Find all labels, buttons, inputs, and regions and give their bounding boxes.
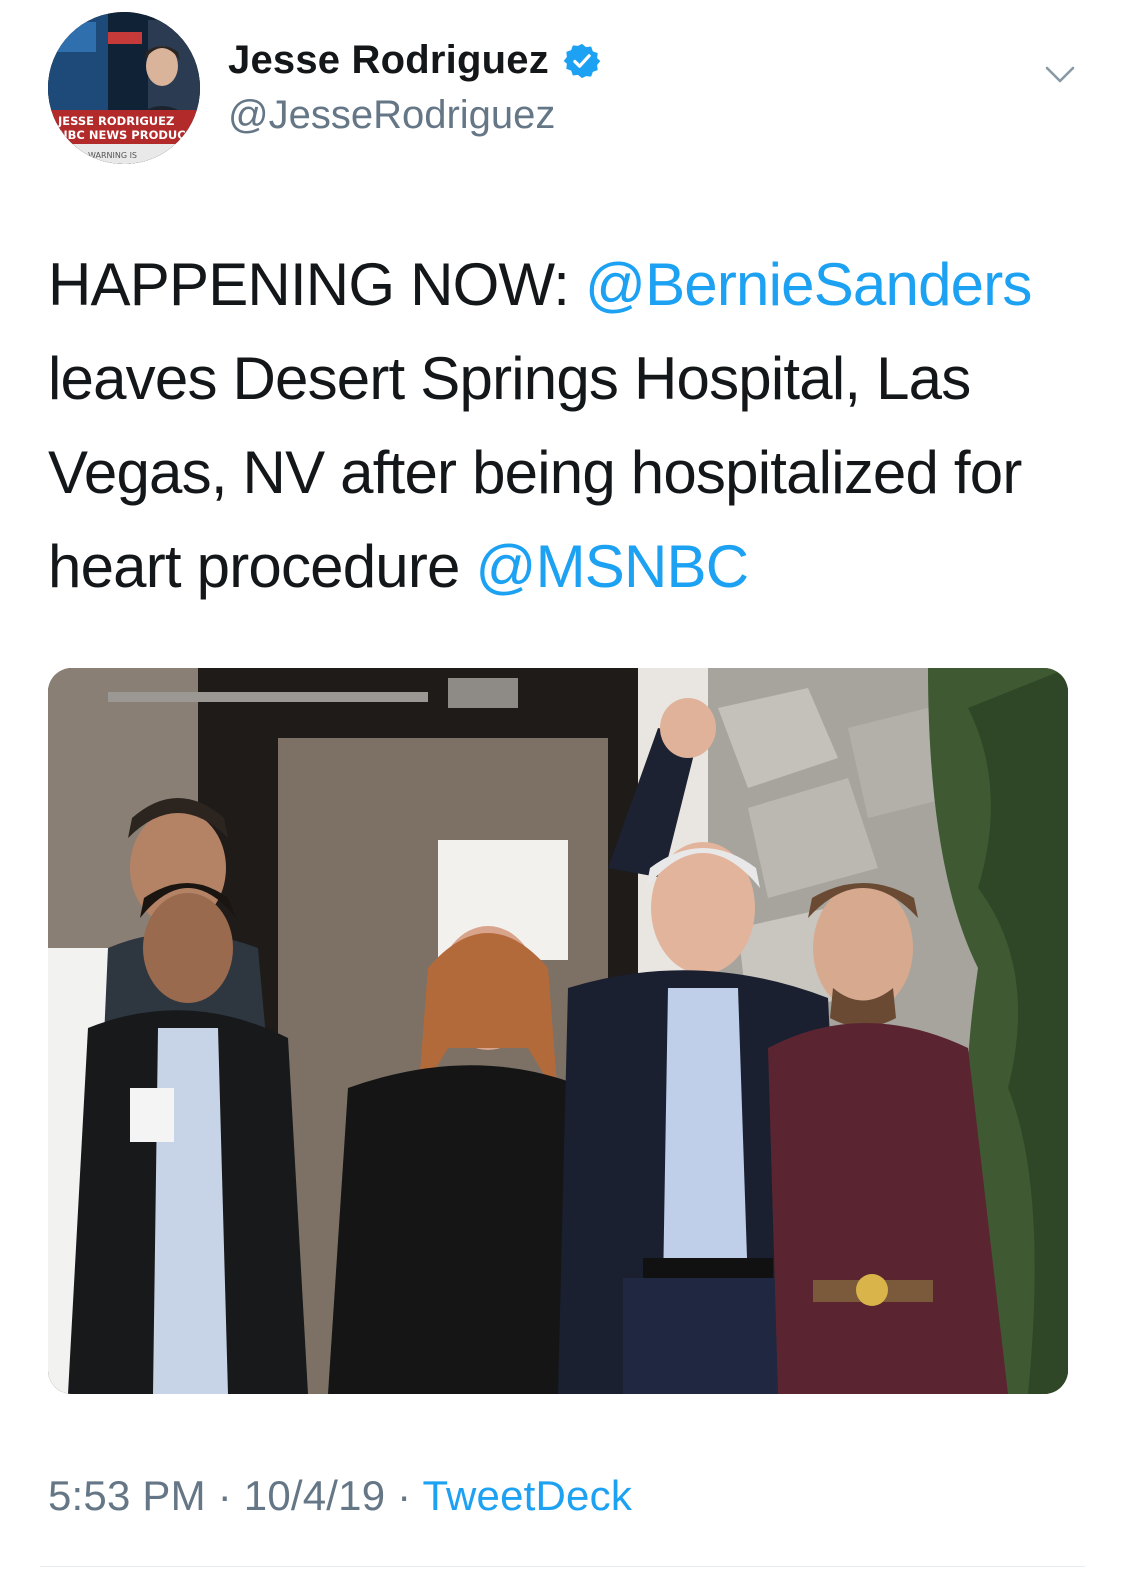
tweet-date[interactable]: 10/4/19 <box>244 1472 386 1519</box>
mention-msnbc[interactable]: @MSNBC <box>475 533 749 600</box>
tweet-time[interactable]: 5:53 PM <box>48 1472 206 1519</box>
author-names: Jesse Rodriguez @JesseRodriguez <box>228 38 601 138</box>
user-handle[interactable]: @JesseRodriguez <box>228 93 601 138</box>
meta-separator-2: · <box>385 1472 423 1519</box>
avatar-ticker: WARNING IS <box>88 151 137 160</box>
chevron-down-icon[interactable] <box>1042 56 1078 92</box>
meta-separator-1: · <box>205 1472 244 1519</box>
avatar[interactable]: JESSE RODRIGUEZ NBC NEWS PRODUCER WARNIN… <box>48 12 200 164</box>
photo-scene <box>48 668 1068 1394</box>
mention-bernie-sanders[interactable]: @BernieSanders <box>585 251 1032 318</box>
tweet-text-prefix: HAPPENING NOW: <box>48 251 585 318</box>
avatar-caption-line1: JESSE RODRIGUEZ <box>57 114 174 128</box>
tweet-header: JESSE RODRIGUEZ NBC NEWS PRODUCER WARNIN… <box>48 12 1088 172</box>
verified-badge-icon <box>563 43 601 78</box>
tweet-meta: 5:53 PM · 10/4/19 · TweetDeck <box>48 1472 632 1520</box>
tweet-photo[interactable] <box>48 668 1068 1394</box>
divider <box>40 1566 1085 1567</box>
avatar-caption-line2: NBC NEWS PRODUCER <box>58 128 200 142</box>
display-name[interactable]: Jesse Rodriguez <box>228 38 549 83</box>
tweet-text: HAPPENING NOW: @BernieSanders leaves Des… <box>48 238 1088 614</box>
display-name-row: Jesse Rodriguez <box>228 38 601 83</box>
tweet-source-link[interactable]: TweetDeck <box>422 1472 632 1519</box>
